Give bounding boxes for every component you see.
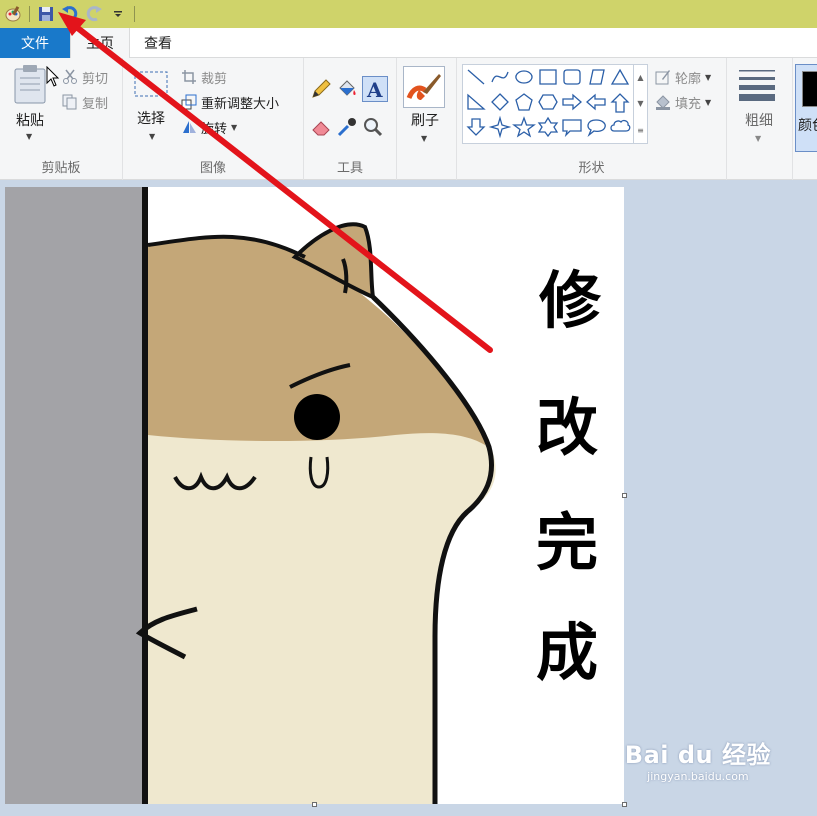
baidu-watermark: Bai du 经验 jingyan.baidu.com [625, 735, 771, 783]
mouse-cursor-icon [46, 66, 60, 87]
annotation-arrow [58, 12, 493, 353]
watermark-url: jingyan.baidu.com [647, 770, 749, 783]
watermark-brand: Bai du 经验 [624, 741, 771, 769]
arrow-shaft [67, 19, 493, 353]
